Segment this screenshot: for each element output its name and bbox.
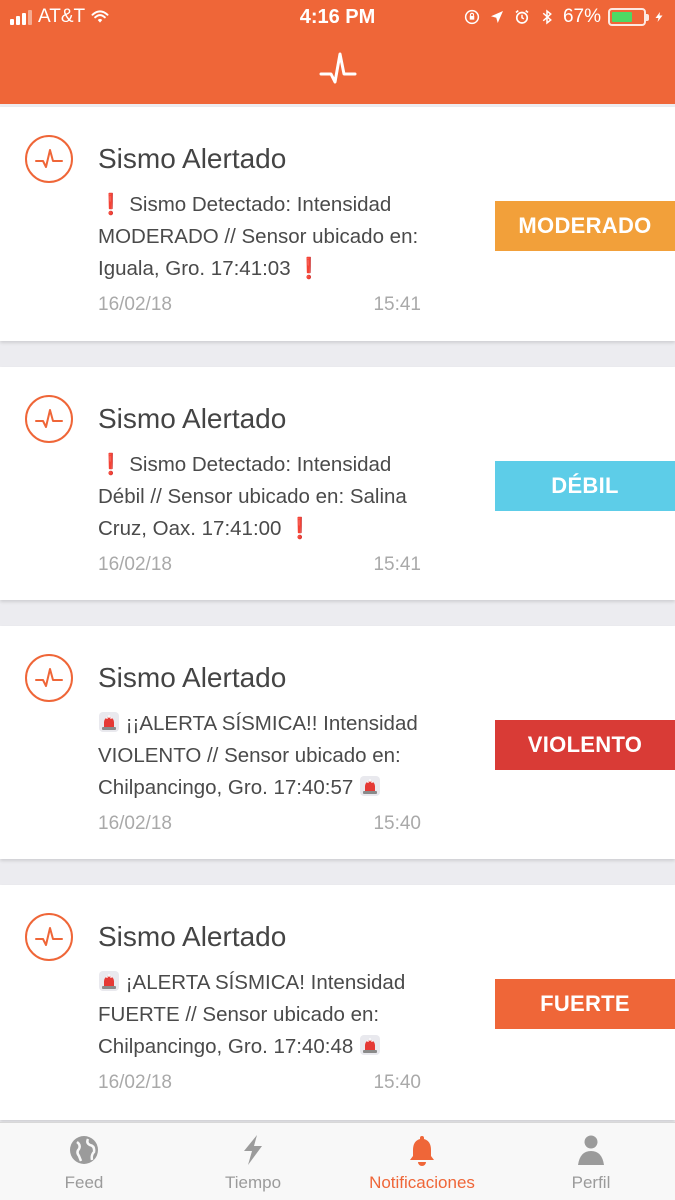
bluetooth-icon (542, 9, 552, 25)
app-header: AT&T 4:16 PM 67% (0, 0, 675, 104)
message-line: Chilpancingo, Gro. 17:40:48 (98, 1031, 438, 1063)
globe-icon (70, 1136, 98, 1164)
person-icon (578, 1135, 604, 1165)
tab-tiempo[interactable]: Tiempo (169, 1123, 337, 1200)
notification-card[interactable]: Sismo Alertado ❗ Sismo Detectado: Intens… (0, 107, 675, 341)
message-line: Iguala, Gro. 17:41:03 ❗ (98, 257, 322, 280)
tab-perfil[interactable]: Perfil (507, 1123, 675, 1200)
notification-card[interactable]: Sismo Alertado ¡¡ALERTA SÍSMICA!! Intens… (0, 626, 675, 859)
notification-date: 16/02/18 (98, 813, 172, 834)
bell-icon (410, 1136, 434, 1166)
exclamation-icon: ❗ (287, 517, 313, 540)
message-line: Cruz, Oax. 17:41:00 ❗ (98, 517, 313, 540)
intensity-badge: FUERTE (495, 979, 675, 1029)
message-line: ¡¡ALERTA SÍSMICA!! Intensidad (98, 708, 438, 740)
notification-time: 15:41 (373, 294, 421, 315)
status-bar: AT&T 4:16 PM 67% (0, 0, 675, 36)
battery-icon (608, 8, 649, 26)
exclamation-icon: ❗ (98, 453, 124, 476)
notification-message: ¡ALERTA SÍSMICA! Intensidad FUERTE // Sen… (98, 967, 438, 1063)
notification-date: 16/02/18 (98, 294, 172, 315)
tab-bar: Feed Tiempo Notificaciones Perfil (0, 1122, 675, 1200)
intensity-badge: DÉBIL (495, 461, 675, 511)
intensity-badge: MODERADO (495, 201, 675, 251)
battery-percent: 67% (562, 6, 601, 27)
notification-time: 15:40 (373, 1072, 421, 1093)
seismograph-pulse-icon (25, 913, 73, 961)
alarm-icon (515, 9, 529, 24)
exclamation-icon: ❗ (98, 193, 124, 216)
seismograph-pulse-icon (25, 654, 73, 702)
notification-date: 16/02/18 (98, 554, 172, 575)
location-arrow-icon (490, 11, 503, 23)
message-line: Chilpancingo, Gro. 17:40:57 (98, 772, 438, 804)
seismograph-pulse-icon (319, 52, 357, 84)
message-line: ❗ Sismo Detectado: Intensidad (98, 193, 392, 216)
notification-title: Sismo Alertado (98, 403, 287, 434)
seismograph-pulse-icon (25, 135, 73, 183)
lightning-icon (244, 1135, 262, 1165)
message-line: ¡ALERTA SÍSMICA! Intensidad (98, 967, 438, 999)
siren-icon (99, 971, 119, 991)
message-line: FUERTE // Sensor ubicado en: (98, 1003, 380, 1026)
notification-title: Sismo Alertado (98, 921, 287, 952)
orientation-lock-icon (464, 9, 480, 25)
charging-bolt-icon (655, 12, 663, 22)
siren-icon (359, 776, 380, 796)
siren-icon (359, 1035, 380, 1055)
notification-time: 15:41 (373, 554, 421, 575)
message-line: Débil // Sensor ubicado en: Salina (98, 485, 407, 508)
tab-notificaciones[interactable]: Notificaciones (338, 1123, 506, 1200)
notification-title: Sismo Alertado (98, 143, 287, 174)
notification-message: ¡¡ALERTA SÍSMICA!! Intensidad VIOLENTO //… (98, 708, 438, 804)
tab-feed[interactable]: Feed (0, 1123, 168, 1200)
message-line: ❗ Sismo Detectado: Intensidad (98, 453, 392, 476)
notification-card[interactable]: Sismo Alertado ❗ Sismo Detectado: Intens… (0, 367, 675, 600)
seismograph-pulse-icon (25, 395, 73, 443)
notification-card[interactable]: Sismo Alertado ¡ALERTA SÍSMICA! Intensid… (0, 885, 675, 1120)
notification-message: ❗ Sismo Detectado: Intensidad Débil // Se… (98, 449, 438, 545)
notification-time: 15:40 (373, 813, 421, 834)
siren-icon (99, 712, 119, 732)
message-line: MODERADO // Sensor ubicado en: (98, 225, 419, 248)
notification-title: Sismo Alertado (98, 662, 287, 693)
notification-message: ❗ Sismo Detectado: Intensidad MODERADO //… (98, 189, 438, 285)
intensity-badge: VIOLENTO (495, 720, 675, 770)
message-line: VIOLENTO // Sensor ubicado en: (98, 744, 401, 767)
exclamation-icon: ❗ (296, 257, 322, 280)
notification-date: 16/02/18 (98, 1072, 172, 1093)
